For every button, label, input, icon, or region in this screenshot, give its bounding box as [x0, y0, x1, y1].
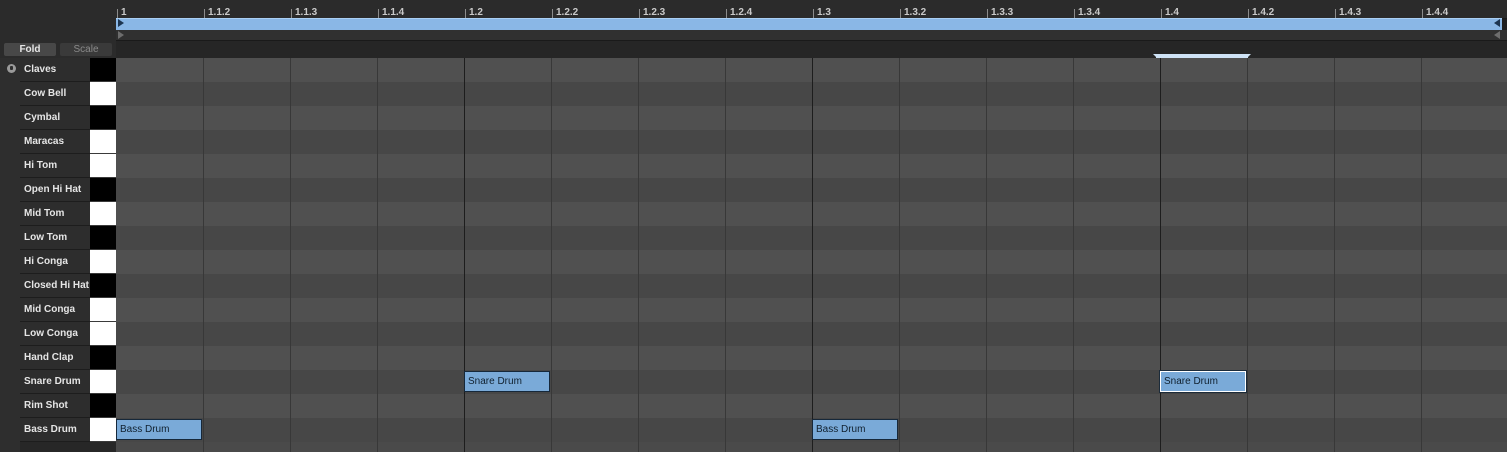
ruler-tick — [378, 9, 379, 18]
drum-name-label[interactable]: Low Conga — [20, 322, 94, 346]
drum-name-label[interactable]: Hand Clap — [20, 346, 94, 370]
drum-name-label[interactable]: Maracas — [20, 130, 94, 154]
drum-row[interactable]: Snare Drum — [20, 370, 116, 394]
beat-line — [464, 58, 465, 452]
drum-name-label[interactable]: Hi Conga — [20, 250, 94, 274]
ruler-tick — [117, 9, 118, 18]
piano-key[interactable] — [90, 106, 116, 130]
drum-name-label[interactable]: Rim Shot — [20, 394, 94, 418]
piano-key[interactable] — [90, 226, 116, 250]
ruler-tick — [1422, 9, 1423, 18]
ruler-tick — [726, 9, 727, 18]
drum-row[interactable]: Hi Conga — [20, 250, 116, 274]
scale-button[interactable]: Scale — [60, 43, 112, 56]
piano-key[interactable] — [90, 418, 116, 442]
drum-name-label[interactable]: Cow Bell — [20, 82, 94, 106]
drum-row[interactable]: Cymbal — [20, 106, 116, 130]
piano-key[interactable] — [90, 178, 116, 202]
piano-key[interactable] — [90, 274, 116, 298]
step-line — [1421, 58, 1422, 452]
ruler-tick — [291, 9, 292, 18]
piano-key[interactable] — [90, 370, 116, 394]
midi-note-selected[interactable]: Snare Drum — [1160, 371, 1246, 392]
piano-key[interactable] — [90, 394, 116, 418]
drum-name-label[interactable]: Low Tom — [20, 226, 94, 250]
note-grid[interactable]: Snare Drum Snare Drum Bass Drum Bass Drum — [116, 58, 1507, 452]
ruler-tick — [552, 9, 553, 18]
step-line — [203, 58, 204, 452]
drum-row[interactable]: Closed Hi Hat — [20, 274, 116, 298]
fold-button[interactable]: Fold — [4, 43, 56, 56]
drum-row[interactable]: Low Conga — [20, 322, 116, 346]
step-line — [899, 58, 900, 452]
time-selection-strip[interactable] — [116, 40, 1507, 59]
drum-name-label[interactable]: Hi Tom — [20, 154, 94, 178]
loop-brace[interactable] — [116, 18, 1502, 30]
beat-time-ruler[interactable]: 1 1.1.2 1.1.3 1.1.4 1.2 1.2.2 1.2.3 1.2.4 1.3 1.3… — [116, 0, 1507, 19]
drum-row[interactable]: Maracas — [20, 130, 116, 154]
step-line — [638, 58, 639, 452]
step-line — [1247, 58, 1248, 452]
midi-note[interactable]: Snare Drum — [464, 371, 550, 392]
drum-row[interactable]: Low Tom — [20, 226, 116, 250]
piano-key[interactable] — [90, 82, 116, 106]
drum-name-label[interactable]: Mid Conga — [20, 298, 94, 322]
drum-row[interactable]: Bass Drum — [20, 418, 116, 442]
step-line — [290, 58, 291, 452]
ruler-tick — [1335, 9, 1336, 18]
piano-key[interactable] — [90, 154, 116, 178]
piano-key[interactable] — [90, 346, 116, 370]
ruler-tick — [465, 9, 466, 18]
drum-name-label[interactable]: Cymbal — [20, 106, 94, 130]
ruler-tick — [987, 9, 988, 18]
piano-key[interactable] — [90, 130, 116, 154]
ruler-tick — [1161, 9, 1162, 18]
step-line — [1334, 58, 1335, 452]
ruler-tick — [1248, 9, 1249, 18]
ruler-tick — [204, 9, 205, 18]
ruler-tick — [900, 9, 901, 18]
loop-start-marker-icon[interactable] — [118, 19, 124, 27]
ruler-tick — [813, 9, 814, 18]
drum-row[interactable]: Rim Shot — [20, 394, 116, 418]
drum-row[interactable]: Cow Bell — [20, 82, 116, 106]
midi-note[interactable]: Bass Drum — [812, 419, 898, 440]
piano-key[interactable] — [90, 322, 116, 346]
drum-row[interactable]: Hi Tom — [20, 154, 116, 178]
end-marker-icon[interactable] — [1494, 31, 1500, 39]
piano-key[interactable] — [90, 298, 116, 322]
piano-roll-editor: Fold Scale 1 1.1.2 1.1.3 1.1.4 1.2 1.2.2 1.2.3… — [0, 0, 1507, 452]
ruler-tick — [639, 9, 640, 18]
step-line — [725, 58, 726, 452]
key-list-gutter — [0, 58, 20, 452]
drum-name-label[interactable]: Snare Drum — [20, 370, 94, 394]
piano-key[interactable] — [90, 250, 116, 274]
beat-line — [812, 58, 813, 452]
piano-key[interactable] — [90, 202, 116, 226]
piano-key[interactable] — [90, 58, 116, 82]
drum-name-label[interactable]: Closed Hi Hat — [20, 274, 94, 298]
start-end-marker-row[interactable] — [116, 30, 1507, 40]
drum-name-label[interactable]: Bass Drum — [20, 418, 94, 442]
drum-name-label[interactable]: Claves — [20, 58, 94, 82]
loop-end-marker-icon[interactable] — [1494, 19, 1500, 27]
beat-line — [1160, 58, 1161, 452]
editor-header-left: Fold Scale — [0, 0, 116, 58]
drum-name-label[interactable]: Open Hi Hat — [20, 178, 94, 202]
midi-note[interactable]: Bass Drum — [116, 419, 202, 440]
step-line — [551, 58, 552, 452]
drum-row[interactable]: Hand Clap — [20, 346, 116, 370]
drum-row[interactable]: Mid Conga — [20, 298, 116, 322]
step-line — [1073, 58, 1074, 452]
drum-row[interactable]: Open Hi Hat — [20, 178, 116, 202]
step-line — [986, 58, 987, 452]
drum-name-label[interactable]: Mid Tom — [20, 202, 94, 226]
step-line — [377, 58, 378, 452]
drum-row[interactable]: Claves — [20, 58, 116, 82]
drum-row[interactable]: Mid Tom — [20, 202, 116, 226]
start-marker-icon[interactable] — [118, 31, 124, 39]
ruler-tick — [1074, 9, 1075, 18]
fold-circle-icon[interactable] — [7, 64, 16, 73]
drum-key-list: Claves Cow Bell Cymbal Maracas Hi Tom Open Hi… — [0, 58, 116, 452]
